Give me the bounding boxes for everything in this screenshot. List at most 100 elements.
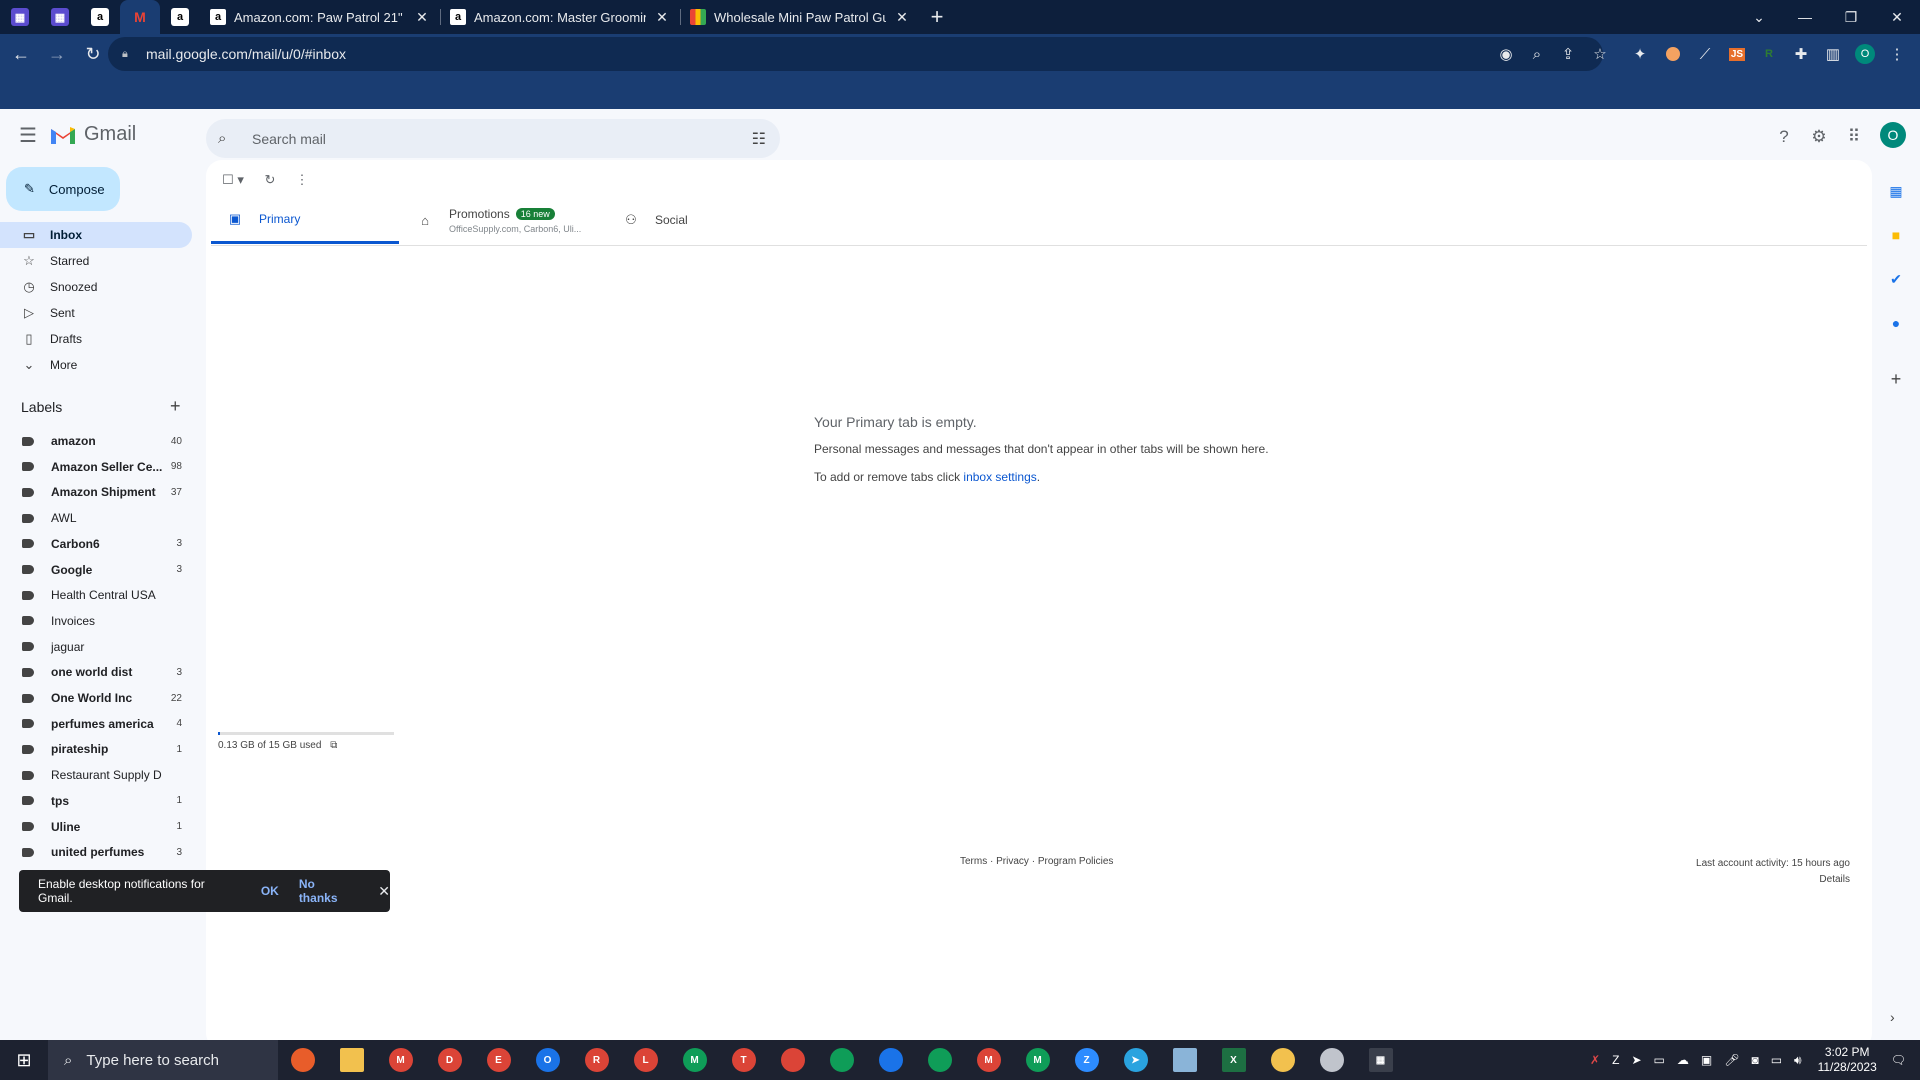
restore-button[interactable]: ❐ [1828, 0, 1874, 34]
label-item[interactable]: Restaurant Supply D [0, 763, 192, 787]
notes-app-icon[interactable] [1160, 1040, 1209, 1080]
toast-no-thanks-button[interactable]: No thanks [299, 877, 356, 905]
pinned-tab-1[interactable]: ▦ [0, 0, 40, 34]
extension-icon-r[interactable]: R [1757, 42, 1781, 66]
chrome-icon[interactable] [866, 1040, 915, 1080]
label-item[interactable]: Invoices [0, 609, 192, 633]
chrome-icon[interactable]: M [376, 1040, 425, 1080]
chrome-icon[interactable]: E [474, 1040, 523, 1080]
extension-icon-1[interactable]: ✦ [1628, 42, 1652, 66]
app-icon[interactable] [1307, 1040, 1356, 1080]
windows-start-icon[interactable]: ⊞ [0, 1040, 48, 1080]
toast-ok-button[interactable]: OK [261, 884, 279, 898]
apps-grid-icon[interactable]: ⠿ [1838, 121, 1870, 153]
label-item[interactable]: Carbon6 3 [0, 532, 192, 556]
gmail-logo[interactable]: Gmail [50, 123, 136, 146]
pinned-tab-2[interactable]: ▦ [40, 0, 80, 34]
zoom-app-icon[interactable]: Z [1062, 1040, 1111, 1080]
program-policies-link[interactable]: Program Policies [1038, 856, 1114, 867]
calendar-icon[interactable]: ▦ [1886, 181, 1906, 201]
pinned-tab-amazon-2[interactable]: a [160, 0, 200, 34]
chrome-icon[interactable] [915, 1040, 964, 1080]
browser-tab-2[interactable]: a Amazon.com: Master Grooming ✕ [440, 0, 680, 34]
minimize-button[interactable]: — [1782, 0, 1828, 34]
drive-icon[interactable]: ▭ [1654, 1053, 1665, 1067]
tab-promotions[interactable]: ⌂ Promotions 16 new OfficeSupply.com, Ca… [415, 196, 605, 244]
new-tab-button[interactable]: + [920, 0, 954, 34]
nav-item-drafts[interactable]: ▯ Drafts [0, 326, 192, 352]
chrome-icon[interactable]: R [572, 1040, 621, 1080]
reload-button[interactable]: ↻ [78, 40, 108, 70]
label-item[interactable]: Uline 1 [0, 815, 192, 839]
chevron-right-icon[interactable]: › [1890, 1009, 1895, 1025]
account-avatar[interactable]: O [1880, 122, 1906, 148]
details-link[interactable]: Details [1696, 872, 1850, 888]
file-explorer-icon[interactable] [327, 1040, 376, 1080]
telegram-icon[interactable]: ➤ [1111, 1040, 1160, 1080]
nav-item-more[interactable]: ⌄ More [0, 352, 192, 378]
extensions-puzzle-icon[interactable]: ✚ [1789, 42, 1813, 66]
compose-button[interactable]: ✎ Compose [6, 167, 120, 211]
telegram-tray-icon[interactable]: ➤ [1631, 1053, 1641, 1067]
menu-kebab-icon[interactable]: ⋮ [1885, 42, 1909, 66]
notifications-icon[interactable]: 🗨︎ [1891, 1053, 1906, 1067]
calculator-icon[interactable]: ▦ [1356, 1040, 1405, 1080]
cortana-icon[interactable] [278, 1040, 327, 1080]
camera-icon[interactable]: ◙ [1751, 1053, 1758, 1067]
label-item[interactable]: united perfumes 3 [0, 840, 192, 864]
display-icon[interactable]: ▣ [1701, 1053, 1712, 1067]
label-item[interactable]: jaguar [0, 635, 192, 659]
extension-icon-3[interactable]: ⟋ [1693, 42, 1717, 66]
pinned-tab-amazon[interactable]: a [80, 0, 120, 34]
eye-icon[interactable]: ◉ [1494, 42, 1518, 66]
browser-tab-1[interactable]: a Amazon.com: Paw Patrol 21" Kid ✕ [200, 0, 440, 34]
label-item[interactable]: Amazon Shipment 37 [0, 480, 192, 504]
chrome-icon[interactable]: D [425, 1040, 474, 1080]
taskbar-search[interactable]: ⌕ Type here to search [48, 1040, 278, 1080]
volume-icon[interactable]: 🔊︎ [1794, 1053, 1802, 1068]
privacy-link[interactable]: Privacy [996, 856, 1029, 867]
chrome-icon[interactable]: L [621, 1040, 670, 1080]
refresh-icon[interactable]: ↻ [260, 170, 280, 190]
label-item[interactable]: perfumes america 4 [0, 712, 192, 736]
back-button[interactable]: ← [6, 40, 36, 70]
antivirus-icon[interactable]: ✗ [1590, 1053, 1600, 1067]
label-item[interactable]: tps 1 [0, 789, 192, 813]
microphone-icon[interactable]: 🎤︎ [1724, 1053, 1739, 1067]
tasks-icon[interactable]: ✔ [1886, 269, 1906, 289]
support-icon[interactable]: ? [1768, 121, 1800, 153]
close-icon[interactable]: ✕ [414, 9, 430, 26]
add-label-button[interactable]: + [170, 396, 181, 417]
app-icon[interactable] [1258, 1040, 1307, 1080]
cloud-icon[interactable]: ☁ [1677, 1053, 1689, 1067]
settings-gear-icon[interactable]: ⚙ [1803, 121, 1835, 153]
nav-item-inbox[interactable]: ▭ Inbox [0, 222, 192, 248]
pinned-tab-gmail[interactable]: M [120, 0, 160, 34]
search-icon[interactable]: ⌕ [218, 130, 242, 147]
chrome-icon[interactable] [768, 1040, 817, 1080]
label-item[interactable]: One World Inc 22 [0, 686, 192, 710]
close-icon[interactable]: ✕ [378, 883, 390, 900]
contacts-icon[interactable]: ● [1886, 313, 1906, 333]
zoom-tray-icon[interactable]: Z [1612, 1053, 1619, 1067]
tab-social[interactable]: ⚇ Social [621, 196, 801, 244]
excel-icon[interactable]: X [1209, 1040, 1258, 1080]
label-item[interactable]: Amazon Seller Ce... 98 [0, 455, 192, 479]
main-menu-icon[interactable]: ☰ [16, 123, 40, 147]
chrome-icon[interactable]: M [670, 1040, 719, 1080]
chrome-icon[interactable]: T [719, 1040, 768, 1080]
label-item[interactable]: one world dist 3 [0, 660, 192, 684]
extension-icon-js[interactable]: JS [1725, 42, 1749, 66]
network-icon[interactable]: ▭ [1771, 1053, 1782, 1067]
extension-icon-2[interactable] [1661, 42, 1685, 66]
select-all-checkbox[interactable]: ☐ ▾ [218, 170, 248, 190]
terms-link[interactable]: Terms [960, 856, 987, 867]
profile-avatar[interactable]: O [1853, 42, 1877, 66]
more-options-icon[interactable]: ⋮ [294, 170, 310, 190]
browser-tab-3[interactable]: Wholesale Mini Paw Patrol Guita ✕ [680, 0, 920, 34]
forward-button[interactable]: → [42, 40, 72, 70]
open-external-icon[interactable]: ⧉ [330, 740, 337, 751]
search-input[interactable]: ⌕ Search mail ☷ [206, 119, 780, 158]
nav-item-starred[interactable]: ☆ Starred [0, 248, 192, 274]
chrome-icon[interactable]: O [523, 1040, 572, 1080]
